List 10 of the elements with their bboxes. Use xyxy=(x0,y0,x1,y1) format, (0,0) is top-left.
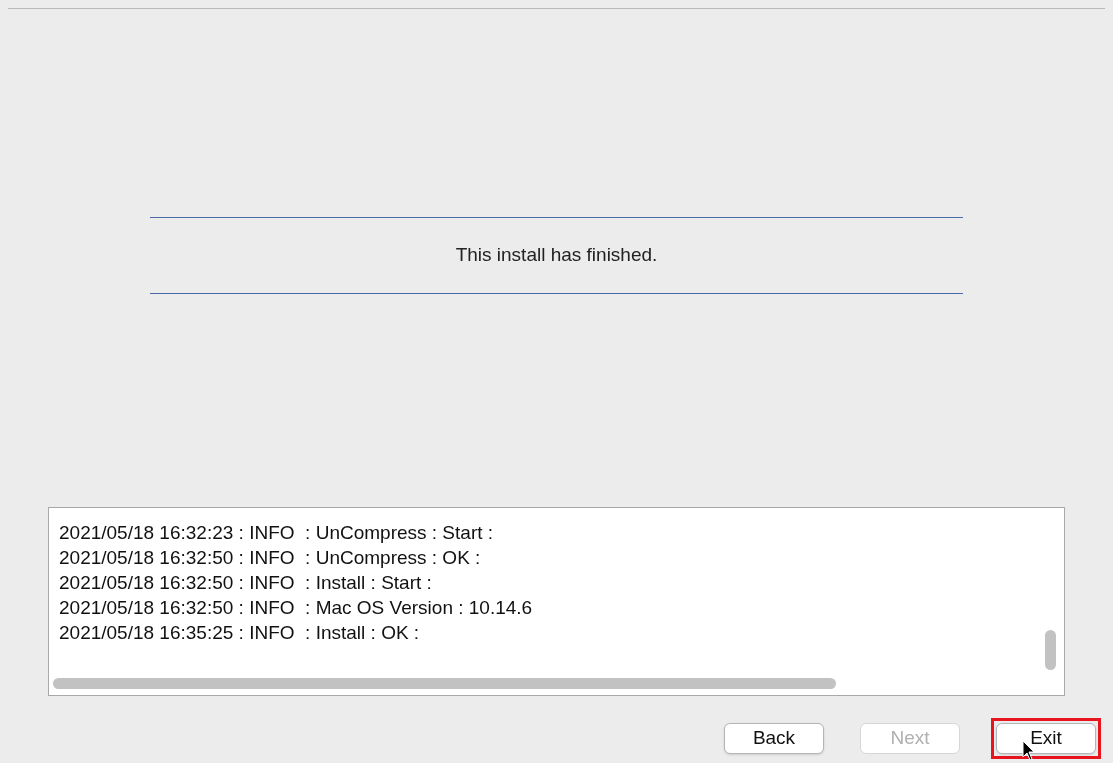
log-line: 2021/05/18 16:32:50 : INFO : Install : Start : xyxy=(59,571,433,595)
log-line: 2021/05/18 16:32:50 : INFO : Mac OS Version : 10.14.6 xyxy=(59,596,534,620)
vertical-scrollbar[interactable] xyxy=(1045,630,1056,670)
dialog-button[interactable]: Back xyxy=(724,723,824,754)
completion-message: This install has finished. xyxy=(455,243,658,268)
dialog-button[interactable]: Exit xyxy=(996,723,1096,754)
log-line: 2021/05/18 16:35:25 : INFO : Install : OK : xyxy=(59,621,421,645)
horizontal-scrollbar[interactable] xyxy=(53,678,836,689)
log-line: 2021/05/18 16:32:50 : INFO : UnCompress : OK : xyxy=(59,546,482,570)
log-line: 2021/05/18 16:32:23 : INFO : UnCompress : Start : xyxy=(59,521,495,545)
